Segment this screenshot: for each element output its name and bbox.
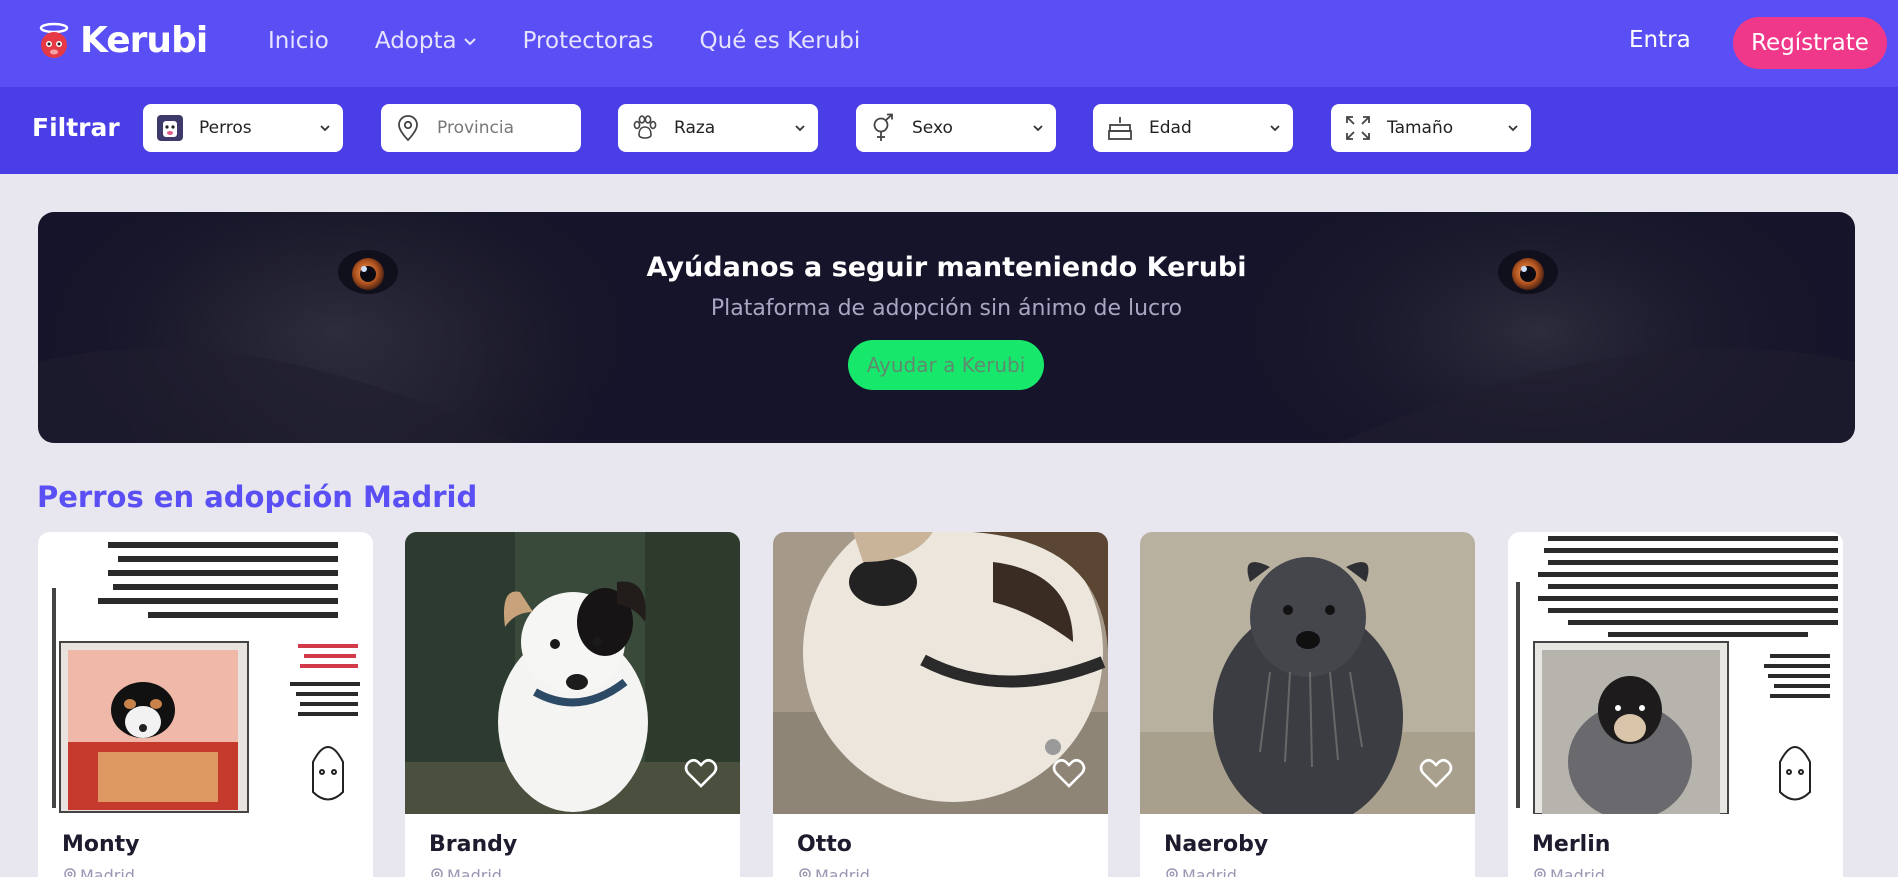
pet-location: Madrid	[64, 866, 135, 877]
chevron-down-icon	[320, 125, 330, 132]
pet-name: Naeroby	[1164, 832, 1269, 857]
species-select[interactable]: Perros	[143, 104, 343, 152]
logo[interactable]: Kerubi	[34, 20, 208, 61]
pet-photo	[1140, 532, 1475, 814]
size-select[interactable]: Tamaño	[1331, 104, 1531, 152]
banner-subtitle: Plataforma de adopción sin ánimo de lucr…	[710, 296, 1183, 321]
donation-banner: Ayúdanos a seguir manteniendo Kerubi Pla…	[38, 212, 1855, 443]
pet-photo	[1508, 532, 1843, 814]
filter-bar: Filtrar Perros Provincia Raza Sexo Edad …	[0, 87, 1898, 174]
top-navigation-bar: Kerubi Inicio Adopta Protectoras Qué es …	[0, 0, 1898, 87]
location-pin-icon	[1166, 867, 1178, 877]
pet-photo	[38, 532, 373, 814]
province-input[interactable]: Provincia	[381, 104, 581, 152]
chevron-down-icon	[1270, 125, 1280, 132]
chevron-down-icon	[1508, 125, 1518, 132]
pet-location: Madrid	[1166, 866, 1237, 877]
pet-location-label: Madrid	[1182, 866, 1237, 877]
dog-eyes-banner-image	[38, 212, 1855, 443]
age-select[interactable]: Edad	[1093, 104, 1293, 152]
login-link[interactable]: Entra	[1629, 27, 1691, 53]
dog-face-icon	[155, 113, 185, 143]
chevron-down-icon	[1033, 125, 1043, 132]
favorite-heart-icon[interactable]	[1052, 756, 1086, 790]
province-input-placeholder: Provincia	[437, 118, 515, 138]
pet-location: Madrid	[1534, 866, 1605, 877]
nav-item-protectoras[interactable]: Protectoras	[523, 28, 654, 54]
nav-item-adopta[interactable]: Adopta	[375, 28, 477, 54]
location-pin-icon	[431, 867, 443, 877]
location-pin-icon	[393, 113, 423, 143]
location-pin-icon	[799, 867, 811, 877]
age-select-label: Edad	[1149, 118, 1192, 138]
chevron-down-icon	[463, 38, 476, 46]
species-select-label: Perros	[199, 118, 252, 138]
location-pin-icon	[64, 867, 76, 877]
location-pin-icon	[1534, 867, 1546, 877]
banner-title: Ayúdanos a seguir manteniendo Kerubi	[646, 252, 1247, 283]
breed-select[interactable]: Raza	[618, 104, 818, 152]
gender-icon	[868, 113, 898, 143]
pet-name: Monty	[62, 832, 140, 857]
pet-location-label: Madrid	[447, 866, 502, 877]
chevron-down-icon	[795, 125, 805, 132]
pet-card[interactable]: Otto Madrid	[773, 532, 1108, 877]
pet-photo	[773, 532, 1108, 814]
filter-title: Filtrar	[32, 113, 120, 142]
logo-text: Kerubi	[80, 20, 208, 61]
nav-item-que-es-kerubi[interactable]: Qué es Kerubi	[700, 28, 861, 54]
kerubi-logo-icon	[34, 21, 74, 61]
sex-select[interactable]: Sexo	[856, 104, 1056, 152]
sex-select-label: Sexo	[912, 118, 953, 138]
favorite-heart-icon[interactable]	[1419, 756, 1453, 790]
nav-item-adopta-label: Adopta	[374, 28, 457, 54]
pet-location: Madrid	[799, 866, 870, 877]
size-select-label: Tamaño	[1387, 118, 1454, 138]
pet-location-label: Madrid	[815, 866, 870, 877]
pet-card[interactable]: Brandy Madrid	[405, 532, 740, 877]
favorite-heart-icon[interactable]	[684, 756, 718, 790]
breed-select-label: Raza	[674, 118, 716, 138]
pet-name: Otto	[797, 832, 852, 857]
pet-name: Brandy	[429, 832, 518, 857]
pet-card[interactable]: Merlin Madrid	[1508, 532, 1843, 877]
pet-card[interactable]: Monty Madrid	[38, 532, 373, 877]
pet-location: Madrid	[431, 866, 502, 877]
paw-icon	[630, 113, 660, 143]
pet-photo	[405, 532, 740, 814]
help-kerubi-button[interactable]: Ayudar a Kerubi	[848, 340, 1044, 390]
main-nav: Inicio Adopta Protectoras Qué es Kerubi	[268, 28, 906, 54]
register-button[interactable]: Regístrate	[1733, 17, 1887, 69]
pet-name: Merlin	[1532, 832, 1611, 857]
pet-location-label: Madrid	[1550, 866, 1605, 877]
section-title: Perros en adopción Madrid	[37, 480, 478, 514]
pet-card[interactable]: Naeroby Madrid	[1140, 532, 1475, 877]
cake-icon	[1105, 113, 1135, 143]
nav-item-inicio[interactable]: Inicio	[268, 28, 329, 54]
pet-location-label: Madrid	[80, 866, 135, 877]
expand-icon	[1343, 113, 1373, 143]
